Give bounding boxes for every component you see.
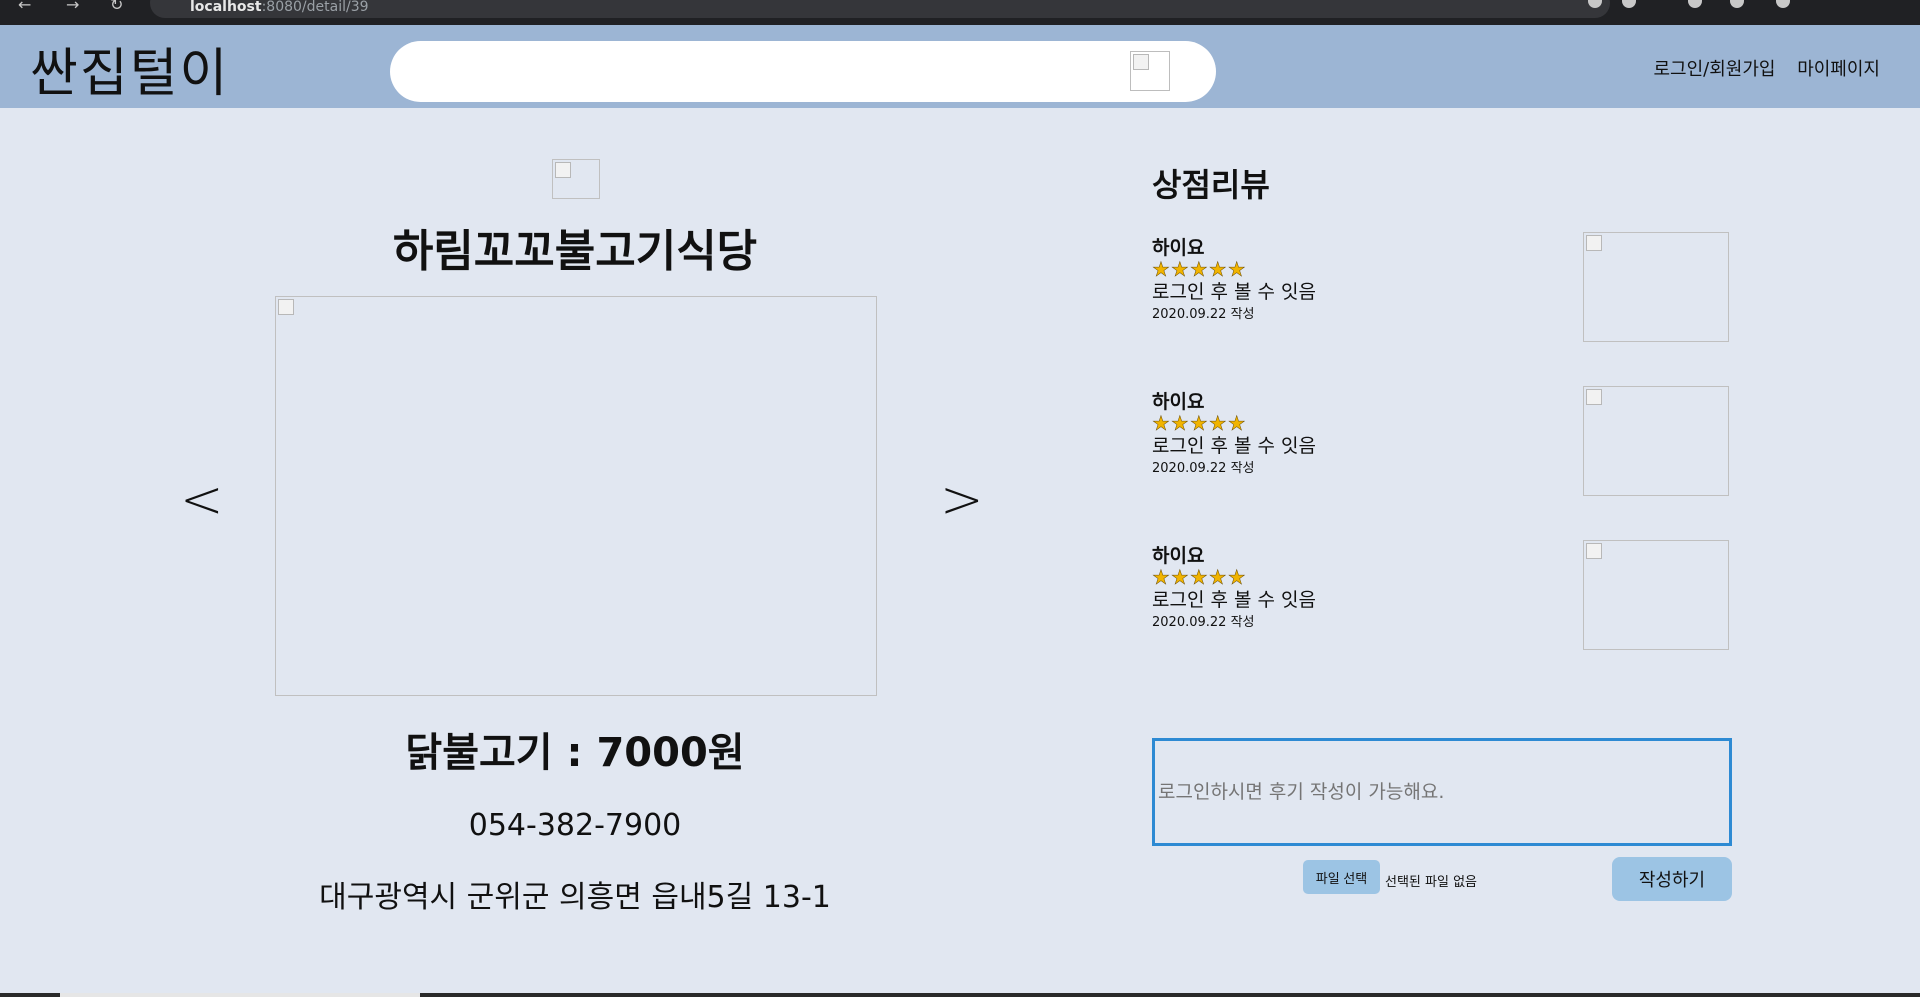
search-bar	[390, 41, 1216, 102]
header-nav: 로그인/회원가입 마이페이지	[1637, 55, 1880, 81]
broken-image-icon	[1586, 235, 1602, 251]
browser-extension-icon[interactable]	[1688, 0, 1702, 8]
review-item: 하이요 ★★★★★ 로그인 후 볼 수 잇음 2020.09.22 작성	[1152, 232, 1732, 348]
review-author: 하이요	[1152, 391, 1205, 413]
browser-reload-icon[interactable]: ↻	[110, 0, 123, 13]
review-date: 2020.09.22 작성	[1152, 461, 1255, 476]
review-image[interactable]	[1583, 232, 1729, 342]
broken-image-icon	[555, 162, 571, 178]
broken-image-icon	[278, 299, 294, 315]
review-text: 로그인 후 볼 수 잇음	[1152, 435, 1316, 457]
browser-back-icon[interactable]: ←	[18, 0, 31, 13]
login-signup-link[interactable]: 로그인/회원가입	[1653, 59, 1775, 80]
review-item: 하이요 ★★★★★ 로그인 후 볼 수 잇음 2020.09.22 작성	[1152, 386, 1732, 502]
broken-image-icon	[1586, 543, 1602, 559]
review-textarea[interactable]	[1158, 777, 1718, 813]
review-text: 로그인 후 볼 수 잇음	[1152, 589, 1316, 611]
broken-image-icon	[1586, 389, 1602, 405]
browser-profile-icon[interactable]	[1730, 0, 1744, 8]
browser-forward-icon[interactable]: →	[66, 0, 79, 13]
review-date: 2020.09.22 작성	[1152, 307, 1255, 322]
taskbar-tab[interactable]	[60, 993, 420, 997]
store-phone: 054-382-7900	[468, 808, 682, 843]
browser-chrome: ← → ↻ localhost:8080/detail/39	[0, 0, 1920, 25]
prev-image-button[interactable]: <	[180, 470, 224, 530]
review-item: 하이요 ★★★★★ 로그인 후 볼 수 잇음 2020.09.22 작성	[1152, 540, 1732, 656]
search-input[interactable]	[420, 53, 1120, 89]
store-main-image	[275, 296, 877, 696]
broken-image-icon	[1133, 54, 1149, 70]
review-textarea-box	[1152, 738, 1732, 846]
review-author: 하이요	[1152, 237, 1205, 259]
review-image[interactable]	[1583, 386, 1729, 496]
submit-review-button[interactable]: 작성하기	[1612, 857, 1732, 901]
next-image-button[interactable]: >	[940, 470, 984, 530]
browser-menu-icon[interactable]	[1776, 0, 1790, 8]
review-text: 로그인 후 볼 수 잇음	[1152, 281, 1316, 303]
store-logo-image	[552, 159, 600, 199]
file-select-button[interactable]: 파일 선택	[1303, 860, 1380, 894]
taskbar-strip	[0, 993, 1920, 997]
site-logo[interactable]: 싼집털이	[30, 31, 229, 106]
browser-url-bar[interactable]: localhost:8080/detail/39	[150, 0, 1610, 18]
browser-url: localhost:8080/detail/39	[190, 0, 369, 15]
search-button[interactable]	[1130, 51, 1170, 91]
review-author: 하이요	[1152, 545, 1205, 567]
store-name: 하림꼬꼬불고기식당	[392, 226, 758, 277]
browser-bookmark-icon[interactable]	[1622, 0, 1636, 8]
review-image[interactable]	[1583, 540, 1729, 650]
menu-price: 닭불고기 : 7000원	[405, 730, 745, 776]
store-address: 대구광역시 군위군 의흥면 읍내5길 13-1	[319, 880, 831, 915]
site-header: 싼집털이 로그인/회원가입 마이페이지	[0, 25, 1920, 108]
file-status: 선택된 파일 없음	[1385, 875, 1477, 890]
review-section-title: 상점리뷰	[1152, 166, 1270, 204]
review-date: 2020.09.22 작성	[1152, 615, 1255, 630]
mypage-link[interactable]: 마이페이지	[1797, 59, 1880, 80]
